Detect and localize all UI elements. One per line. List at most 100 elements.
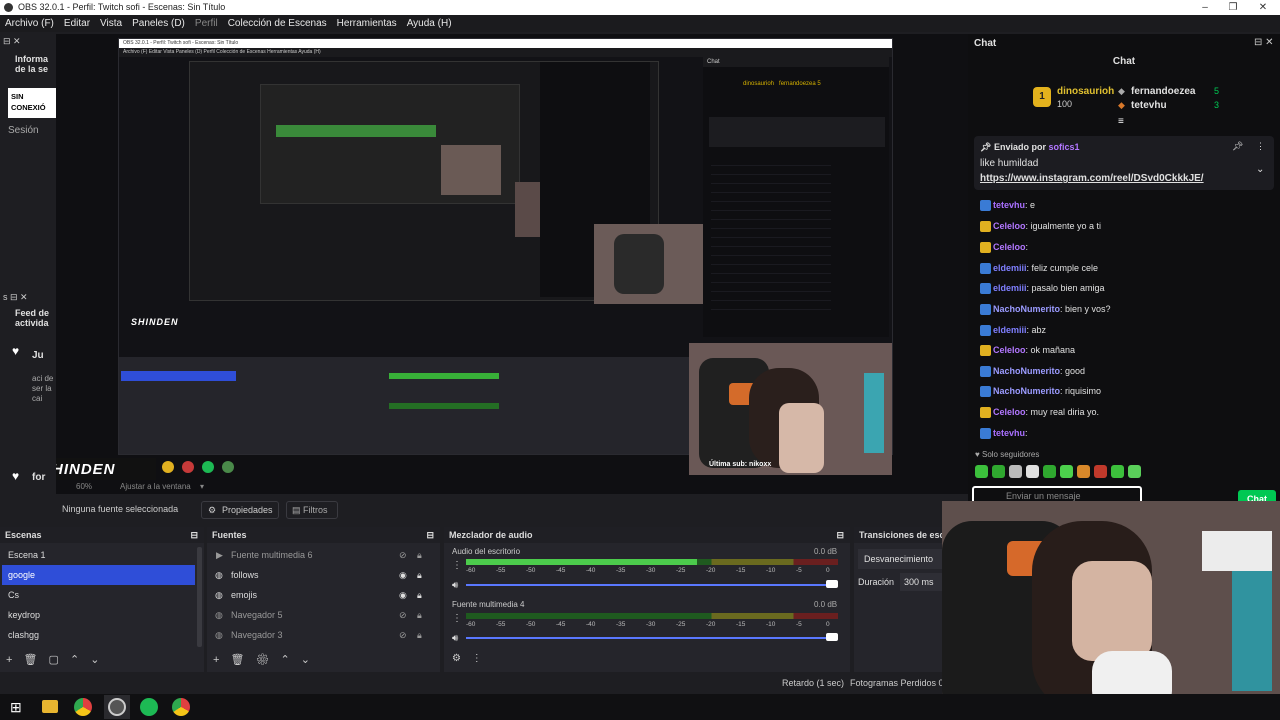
chat-username[interactable]: tetevhu — [993, 200, 1025, 210]
chrome-taskbar-icon[interactable] — [74, 698, 92, 716]
source-item[interactable]: ◍ follows ◉ 🔒︎ — [209, 565, 429, 585]
emote-icon[interactable] — [1077, 465, 1090, 478]
chat-username[interactable]: Celeloo — [993, 345, 1026, 355]
channel-menu-icon[interactable]: ⋮ — [452, 560, 462, 571]
fit-dropdown-icon[interactable]: ▾ — [200, 482, 204, 491]
lock-icon[interactable]: 🔒︎ — [417, 585, 422, 605]
volume-slider-track[interactable] — [466, 584, 838, 586]
chrome-profile-taskbar-icon[interactable] — [172, 698, 190, 716]
eye-hidden-icon[interactable]: ⊘ — [399, 625, 407, 645]
chat-username[interactable]: Celeloo — [993, 407, 1026, 417]
pinned-by-text: Enviado por — [993, 142, 1046, 152]
volume-slider-handle[interactable] — [826, 580, 838, 588]
close-window-button[interactable]: ✕ — [1248, 0, 1278, 15]
fit-to-window[interactable]: Ajustar a la ventana — [120, 482, 191, 491]
chat-username[interactable]: NachoNumerito — [993, 386, 1060, 396]
menu-ayuda[interactable]: Ayuda (H) — [407, 18, 452, 29]
source-item[interactable]: ◍ emojis ◉ 🔒︎ — [209, 585, 429, 605]
menu-herramientas[interactable]: Herramientas — [337, 18, 397, 29]
eye-icon[interactable]: ◉ — [399, 565, 407, 585]
lock-icon[interactable]: 🔒︎ — [417, 605, 422, 625]
filters-button[interactable]: ▤ Filtros — [286, 501, 338, 519]
obs-taskbar-icon[interactable] — [108, 698, 126, 716]
eye-hidden-icon[interactable]: ⊘ — [399, 605, 407, 625]
chevron-down-icon[interactable]: ⌄ — [1256, 164, 1264, 175]
menu-coleccion[interactable]: Colección de Escenas — [228, 18, 327, 29]
chat-username[interactable]: tetevhu — [993, 428, 1025, 438]
lock-icon[interactable]: 🔒︎ — [417, 545, 422, 565]
eye-hidden-icon[interactable]: ⊘ — [399, 545, 407, 565]
chat-username[interactable]: Celeloo — [993, 242, 1026, 252]
windows-start-icon[interactable]: ⊞ — [10, 699, 22, 716]
scene-item[interactable]: Cs — [2, 585, 195, 605]
folder-icon[interactable] — [42, 700, 58, 713]
dock-float-close-icon[interactable]: ⊟ ✕ — [1254, 37, 1274, 48]
emote-icon[interactable] — [1128, 465, 1141, 478]
emote-icon[interactable] — [992, 465, 1005, 478]
brand-logo-text: SHINDEN — [56, 461, 116, 478]
emote-icon[interactable] — [1094, 465, 1107, 478]
scene-controls[interactable]: + 🗑 ▢ ⌃ ⌄ — [6, 653, 99, 666]
pinned-menu-icon[interactable]: ⋮ — [1256, 141, 1265, 152]
pinned-link[interactable]: https://www.instagram.com/reel/DSvd0Ckkk… — [980, 173, 1204, 184]
chat-username[interactable]: NachoNumerito — [993, 304, 1060, 314]
source-controls[interactable]: + 🗑 ⚙ ⌃ ⌄ — [213, 653, 310, 666]
spotify-taskbar-icon[interactable] — [140, 698, 158, 716]
gem-icon-bronze: ◆ — [1118, 100, 1125, 110]
lock-icon[interactable]: 🔒︎ — [417, 565, 422, 585]
chat-username[interactable]: Celeloo — [993, 221, 1026, 231]
dock-menu-icon[interactable]: ⊟ — [426, 527, 434, 543]
wall-shelf — [1202, 531, 1272, 571]
source-item[interactable]: ◍ Navegador 5 ⊘ 🔒︎ — [209, 605, 429, 625]
scene-item-selected[interactable]: google — [2, 565, 195, 585]
dock-close-icon[interactable]: ⊟ ✕ — [3, 36, 21, 47]
maximize-button[interactable]: ❐ — [1218, 0, 1248, 15]
expand-leaderboard-icon[interactable]: ≡ — [1118, 116, 1124, 127]
emote-icon[interactable] — [1009, 465, 1022, 478]
source-item[interactable]: ▶ Fuente multimedia 6 ⊘ 🔒︎ — [209, 545, 429, 565]
emote-icon[interactable] — [1060, 465, 1073, 478]
properties-button[interactable]: ⚙ Propiedades — [201, 501, 279, 519]
scene-item[interactable]: Escena 1 — [2, 545, 195, 565]
transition-select[interactable]: Desvanecimiento — [858, 549, 944, 569]
chat-message: NachoNumerito: good — [980, 364, 1085, 378]
scene-item[interactable]: clashgg — [2, 625, 195, 645]
chat-username[interactable]: eldemiii — [993, 283, 1027, 293]
nested-leaderboard: dinosaurioh fernandoezea 5 — [743, 81, 821, 87]
menu-paneles[interactable]: Paneles (D) — [132, 18, 185, 29]
lock-icon[interactable]: 🔒︎ — [417, 625, 422, 645]
menu-vista[interactable]: Vista — [100, 18, 122, 29]
unpin-icon[interactable]: 📌︎ — [1232, 141, 1243, 152]
zoom-level[interactable]: 60% — [76, 482, 92, 491]
channel-menu-icon[interactable]: ⋮ — [452, 613, 462, 624]
speaker-icon[interactable]: 🔊︎ — [452, 633, 458, 644]
chat-username[interactable]: eldemiii — [993, 325, 1027, 335]
emote-icon[interactable] — [1111, 465, 1124, 478]
speaker-icon[interactable]: 🔊︎ — [452, 580, 458, 591]
emote-icon[interactable] — [975, 465, 988, 478]
dock-menu-icon[interactable]: ⊟ — [190, 527, 198, 543]
emote-icon[interactable] — [1026, 465, 1039, 478]
emote-icon[interactable] — [1043, 465, 1056, 478]
dock-menu-icon[interactable]: ⊟ — [836, 527, 844, 543]
scene-item[interactable]: keydrop — [2, 605, 195, 625]
menu-perfil[interactable]: Perfil — [195, 18, 218, 29]
scenes-scrollbar[interactable] — [197, 547, 202, 647]
duration-input[interactable]: 300 ms — [900, 573, 944, 591]
volume-slider-handle[interactable] — [826, 633, 838, 641]
mixer-controls[interactable]: ⚙ ⋮ — [452, 653, 482, 664]
meter-scale-label: -20 — [706, 567, 716, 574]
menu-editar[interactable]: Editar — [64, 18, 90, 29]
eye-icon[interactable]: ◉ — [399, 585, 407, 605]
last-sub-overlay-small: Última sub: nikoxx — [709, 461, 772, 468]
feed-dock-controls[interactable]: s ⊟ ✕ — [3, 292, 28, 303]
source-item[interactable]: ◍ Navegador 3 ⊘ 🔒︎ — [209, 625, 429, 645]
meter-scale-label: -50 — [526, 567, 536, 574]
minimize-button[interactable]: – — [1190, 0, 1220, 15]
emote-bar[interactable] — [975, 465, 1145, 481]
chat-username[interactable]: NachoNumerito — [993, 366, 1060, 376]
volume-slider-track[interactable] — [466, 637, 838, 639]
user-badge-icon — [980, 242, 991, 254]
menu-archivo[interactable]: Archivo (F) — [5, 18, 54, 29]
chat-username[interactable]: eldemiii — [993, 263, 1027, 273]
